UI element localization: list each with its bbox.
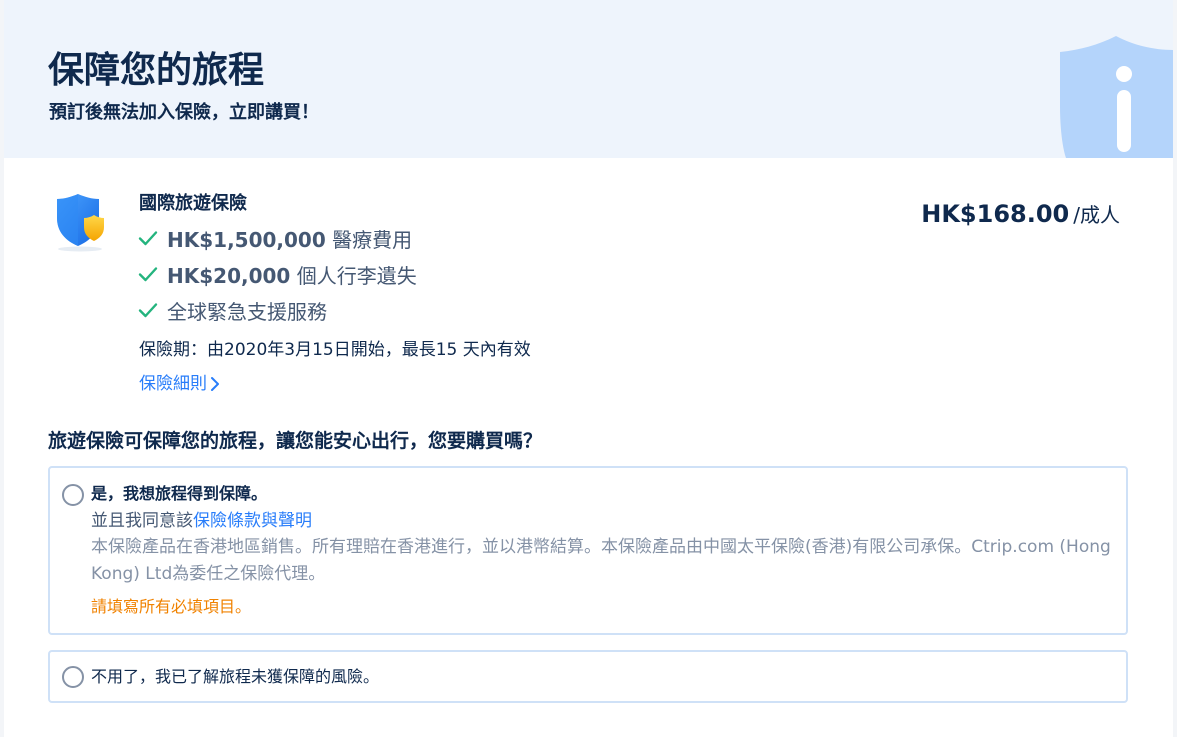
check-icon (138, 303, 158, 318)
policy-details-link[interactable]: 保險細則 (139, 372, 220, 396)
page-subtitle: 預訂後無法加入保險，立即講買！ (49, 102, 319, 123)
benefit-emergency: 全球緊急支援服務 (137, 296, 327, 324)
terms-agreement: 並且我同意該保險條款與聲明 (91, 508, 312, 534)
purchase-question: 旅遊保險可保障您的旅程，讓您能安心出行，您要購買嗎？ (48, 430, 543, 452)
shield-info-icon (1060, 36, 1173, 158)
radio-yes[interactable] (62, 484, 84, 506)
price-amount: HK$168.00 (921, 200, 1070, 228)
option-no[interactable]: 不用了，我已了解旅程未獲保障的風險。 (48, 650, 1128, 703)
chevron-right-icon (211, 377, 219, 391)
benefit-amount: HK$20,000 (167, 263, 291, 288)
radio-no[interactable] (62, 666, 84, 688)
benefit-label: 全球緊急支援服務 (167, 299, 327, 324)
option-no-label: 不用了，我已了解旅程未獲保障的風險。 (91, 667, 380, 686)
price: HK$168.00 /成人 (921, 199, 1120, 228)
coverage-period: 保險期：由2020年3月15日開始，最長15 天內有效 (139, 340, 531, 360)
insurance-shield-icon (52, 192, 110, 256)
option-yes[interactable]: 是，我想旅程得到保障。 並且我同意該保險條款與聲明 本保險產品在香港地區銷售。所… (48, 466, 1128, 635)
benefit-medical: HK$1,500,000 醫療費用 (137, 224, 412, 252)
check-icon (138, 267, 158, 282)
benefit-label: 醫療費用 (325, 227, 413, 252)
product-name: 國際旅遊保險 (139, 193, 247, 214)
page-title: 保障您的旅程 (48, 50, 265, 91)
option-yes-label: 是，我想旅程得到保障。 (91, 484, 268, 503)
benefit-baggage: HK$20,000 個人行李遺失 (137, 260, 417, 288)
insurance-disclaimer: 本保險產品在香港地區銷售。所有理賠在香港進行，並以港幣結算。本保險產品由中國太平… (91, 537, 1111, 584)
terms-agreement-prefix: 並且我同意該 (91, 511, 193, 531)
required-fields-error: 請填寫所有必填項目。 (91, 597, 252, 616)
benefit-amount: HK$1,500,000 (167, 227, 326, 252)
benefit-label: 個人行李遺失 (290, 263, 417, 288)
insurance-header: 保障您的旅程 預訂後無法加入保險，立即講買！ (4, 0, 1173, 158)
price-unit: /成人 (1073, 203, 1120, 227)
insurance-card: 保障您的旅程 預訂後無法加入保險，立即講買！ 國際旅遊保險 HK$1,500,0… (4, 0, 1173, 737)
policy-details-label: 保險細則 (139, 374, 207, 394)
terms-link[interactable]: 保險條款與聲明 (193, 511, 312, 531)
check-icon (138, 231, 158, 246)
